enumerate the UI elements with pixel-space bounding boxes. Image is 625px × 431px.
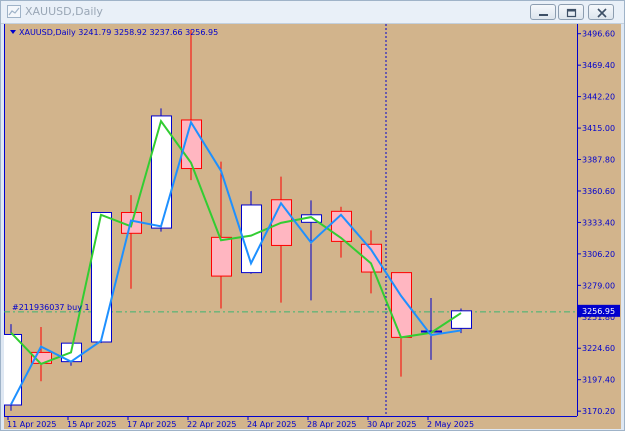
price-tick-label: 3197.40 bbox=[582, 376, 615, 385]
price-tick-label: 3279.00 bbox=[582, 281, 615, 290]
time-tick-label: 22 Apr 2025 bbox=[187, 420, 236, 429]
close-icon bbox=[597, 8, 607, 18]
minimize-button[interactable] bbox=[530, 4, 556, 20]
price-tick-label: 3360.60 bbox=[582, 187, 615, 196]
price-tick-label: 3415.00 bbox=[582, 124, 615, 133]
chart-area[interactable]: 3496.60 3469.40 3442.20 3415.00 3387.80 3360.… bbox=[4, 24, 621, 429]
current-price-label: 3256.95 bbox=[582, 307, 615, 316]
chart-header: XAUUSD,Daily 3241.79 3258.92 3237.66 325… bbox=[19, 28, 218, 37]
price-tick-label: 3333.40 bbox=[582, 218, 615, 227]
maximize-button[interactable] bbox=[558, 4, 584, 20]
maximize-icon bbox=[566, 8, 577, 18]
price-chart[interactable]: 3496.60 3469.40 3442.20 3415.00 3387.80 3360.… bbox=[4, 24, 621, 429]
minimize-icon bbox=[539, 14, 548, 16]
time-tick-label: 30 Apr 2025 bbox=[367, 420, 416, 429]
window-titlebar[interactable]: XAUUSD,Daily bbox=[1, 1, 624, 24]
price-tick-label: 3170.20 bbox=[582, 407, 615, 416]
chart-window-icon bbox=[7, 5, 21, 18]
price-tick-label: 3387.80 bbox=[582, 156, 615, 165]
candle-body[interactable] bbox=[451, 310, 472, 329]
price-tick-label: 3442.20 bbox=[582, 93, 615, 102]
price-tick-label: 3469.40 bbox=[582, 61, 615, 70]
candle-body[interactable] bbox=[211, 236, 232, 277]
time-tick-label: 28 Apr 2025 bbox=[307, 420, 356, 429]
time-tick-label: 24 Apr 2025 bbox=[247, 420, 296, 429]
price-tick-label: 3306.20 bbox=[582, 250, 615, 259]
close-button[interactable] bbox=[588, 4, 614, 20]
price-tick-label: 3224.60 bbox=[582, 344, 615, 353]
order-label[interactable]: #211936037 buy 1 bbox=[12, 303, 90, 312]
window-title: XAUUSD,Daily bbox=[25, 5, 103, 18]
terminal-window: XAUUSD,Daily 3496.60 3469.40 3442.20 3415.0… bbox=[0, 0, 625, 431]
time-tick-label: 17 Apr 2025 bbox=[127, 420, 176, 429]
candle-body[interactable] bbox=[91, 211, 112, 343]
time-tick-label: 15 Apr 2025 bbox=[67, 420, 116, 429]
price-tick-label: 3496.60 bbox=[582, 30, 615, 39]
time-tick-label: 2 May 2025 bbox=[427, 420, 474, 429]
candle-body[interactable] bbox=[4, 333, 22, 406]
time-tick-label: 11 Apr 2025 bbox=[7, 420, 56, 429]
